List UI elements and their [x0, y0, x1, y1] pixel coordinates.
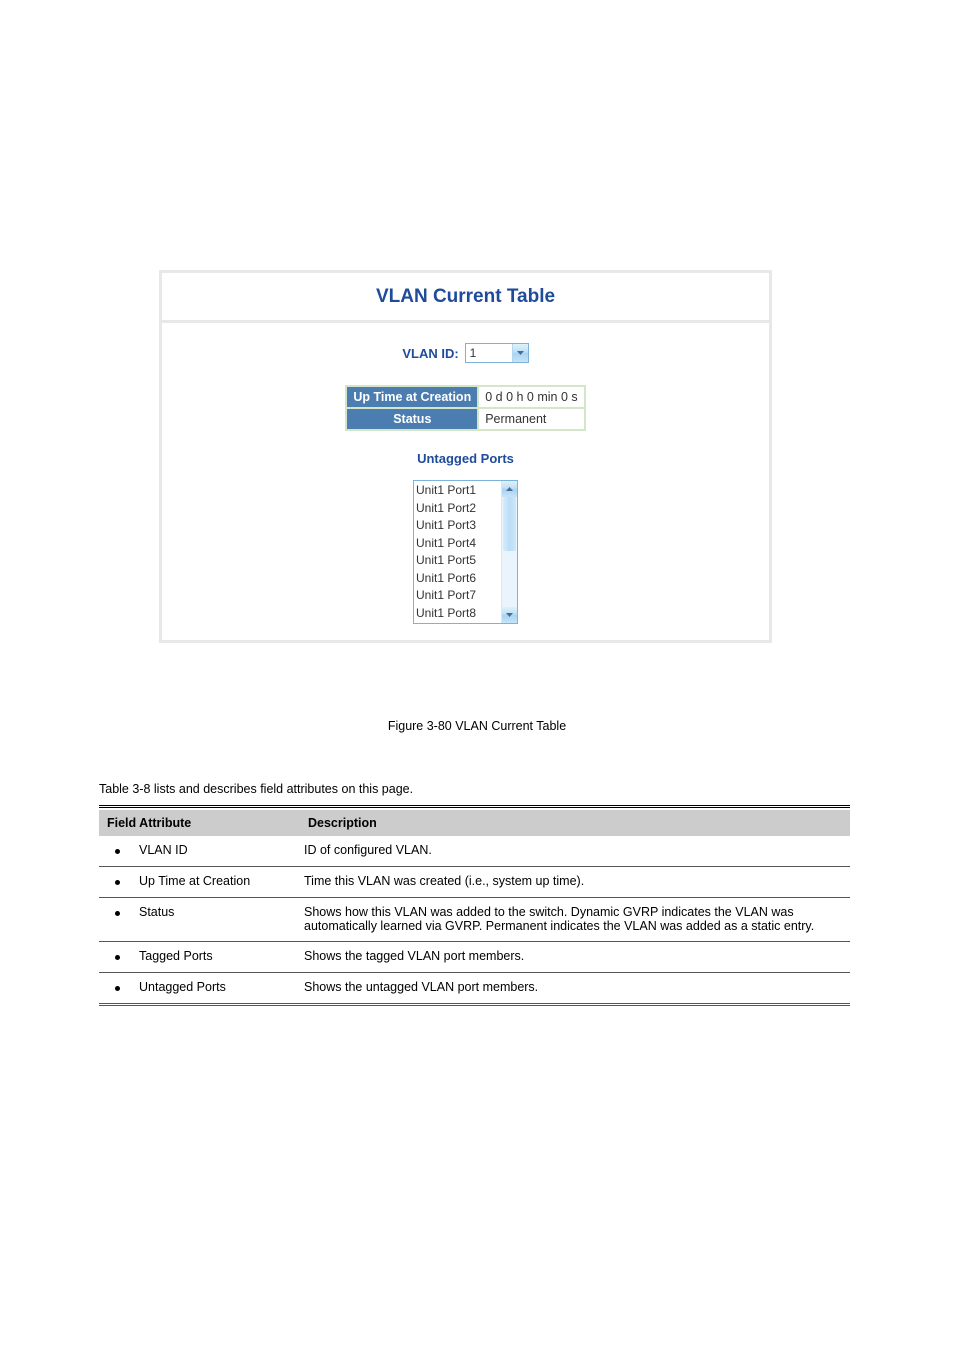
list-item[interactable]: Unit1 Port8: [416, 605, 499, 623]
attr-label: Status: [135, 897, 300, 941]
panel-title: VLAN Current Table: [376, 286, 555, 307]
bullet-icon: [115, 849, 120, 854]
vlan-info-table: Up Time at Creation 0 d 0 h 0 min 0 s St…: [345, 385, 585, 431]
header-field: Field Attribute: [99, 810, 300, 836]
attr-label: Up Time at Creation: [135, 866, 300, 897]
figure-caption: Figure 3-80 VLAN Current Table: [0, 719, 954, 733]
vlan-id-select[interactable]: 1: [465, 343, 529, 363]
field-attributes-table: Field Attribute Description VLAN ID ID o…: [99, 805, 850, 1006]
table-row: Untagged Ports Shows the untagged VLAN p…: [99, 972, 850, 1004]
table-row: VLAN ID ID of configured VLAN.: [99, 836, 850, 867]
attr-desc: ID of configured VLAN.: [300, 836, 850, 867]
attr-desc: Shows the tagged VLAN port members.: [300, 941, 850, 972]
untagged-ports-items: Unit1 Port1 Unit1 Port2 Unit1 Port3 Unit…: [414, 481, 501, 623]
bullet-icon: [115, 880, 120, 885]
list-item[interactable]: Unit1 Port1: [416, 482, 499, 500]
panel-body: VLAN ID: 1 Up Time at Creation 0 d 0 h 0…: [162, 323, 769, 640]
scroll-down-button[interactable]: [502, 607, 517, 623]
untagged-ports-listbox[interactable]: Unit1 Port1 Unit1 Port2 Unit1 Port3 Unit…: [413, 480, 518, 624]
table-row: Tagged Ports Shows the tagged VLAN port …: [99, 941, 850, 972]
list-item[interactable]: Unit1 Port4: [416, 535, 499, 553]
vlan-id-label: VLAN ID:: [402, 346, 458, 361]
table-row: Status Shows how this VLAN was added to …: [99, 897, 850, 941]
chevron-up-icon: [506, 487, 513, 491]
header-description: Description: [300, 810, 850, 836]
untagged-ports-listbox-wrap: Unit1 Port1 Unit1 Port2 Unit1 Port3 Unit…: [162, 480, 769, 624]
vlan-id-row: VLAN ID: 1: [162, 343, 769, 363]
listbox-scrollbar[interactable]: [501, 481, 517, 623]
list-item[interactable]: Unit1 Port7: [416, 587, 499, 605]
dropdown-button[interactable]: [512, 344, 528, 362]
attr-desc: Shows the untagged VLAN port members.: [300, 972, 850, 1004]
status-value: Permanent: [478, 408, 584, 430]
attr-label: VLAN ID: [135, 836, 300, 867]
attr-desc: Shows how this VLAN was added to the swi…: [300, 897, 850, 941]
list-item[interactable]: Unit1 Port2: [416, 500, 499, 518]
table-header-row: Field Attribute Description: [99, 810, 850, 836]
uptime-value: 0 d 0 h 0 min 0 s: [478, 386, 584, 408]
panel-header: VLAN Current Table: [162, 273, 769, 323]
attr-desc: Time this VLAN was created (i.e., system…: [300, 866, 850, 897]
chevron-down-icon: [517, 351, 524, 355]
uptime-label: Up Time at Creation: [346, 386, 478, 408]
scroll-thumb[interactable]: [503, 497, 516, 551]
list-item[interactable]: Unit1 Port5: [416, 552, 499, 570]
bullet-icon: [115, 911, 120, 916]
scroll-track[interactable]: [502, 497, 517, 607]
attr-label: Untagged Ports: [135, 972, 300, 1004]
bullet-icon: [115, 955, 120, 960]
vlan-current-table-panel: VLAN Current Table VLAN ID: 1 Up Time at…: [159, 270, 772, 643]
untagged-ports-heading: Untagged Ports: [162, 451, 769, 466]
vlan-id-value: 1: [470, 346, 477, 360]
scroll-up-button[interactable]: [502, 481, 517, 497]
attr-label: Tagged Ports: [135, 941, 300, 972]
chevron-down-icon: [506, 613, 513, 617]
list-item[interactable]: Unit1 Port3: [416, 517, 499, 535]
table-caption: Table 3-8 lists and describes field attr…: [99, 782, 850, 796]
list-item[interactable]: Unit1 Port6: [416, 570, 499, 588]
status-label: Status: [346, 408, 478, 430]
bullet-icon: [115, 986, 120, 991]
table-row: Up Time at Creation Time this VLAN was c…: [99, 866, 850, 897]
